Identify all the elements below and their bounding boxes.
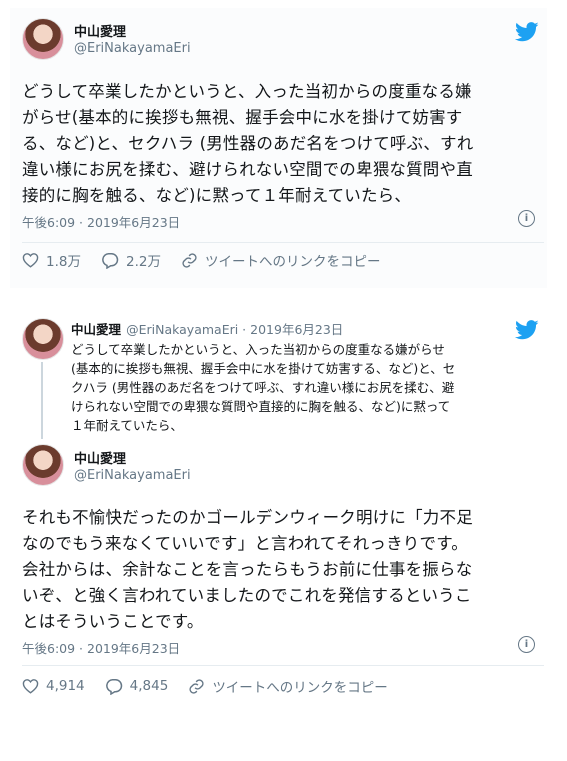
like-count: 4,914	[46, 678, 85, 694]
author-handle[interactable]: @EriNakayamaEri	[74, 41, 191, 56]
reply-button[interactable]: 2.2万	[101, 250, 161, 270]
parent-author-handle[interactable]: @EriNakayamaEri · 2019年6月23日	[126, 322, 343, 337]
heart-icon	[22, 253, 39, 268]
tweet-text: それも不愉快だったのかゴールデンウィーク明けに「力不足 なのでもう来なくていいで…	[22, 508, 473, 631]
tweet-card-2[interactable]: 中山愛理 @EriNakayamaEri · 2019年6月23日 どうして卒業…	[10, 308, 547, 706]
reply-icon	[105, 678, 122, 695]
action-bar: 4,914 4,845 ツイートへのリンクをコピー	[22, 676, 408, 696]
reply-button[interactable]: 4,845	[105, 678, 169, 695]
action-bar: 1.8万 2.2万 ツイートへのリンクをコピー	[22, 250, 400, 270]
avatar[interactable]	[22, 318, 64, 360]
like-button[interactable]: 4,914	[22, 678, 85, 694]
tweet-card-1[interactable]: 中山愛理 @EriNakayamaEri どうして卒業したかというと、入った当初…	[10, 8, 547, 288]
copy-link-button[interactable]: ツイートへのリンクをコピー	[181, 250, 381, 270]
author-name[interactable]: 中山愛理	[74, 21, 126, 40]
copy-link-button[interactable]: ツイートへのリンクをコピー	[188, 676, 388, 696]
divider	[22, 665, 544, 666]
twitter-bird-icon[interactable]	[515, 320, 539, 340]
twitter-bird-icon[interactable]	[515, 22, 539, 42]
tweet-text: どうして卒業したかというと、入った当初からの度重なる嫌 がらせ(基本的に挨拶も無…	[22, 82, 474, 205]
reply-count: 2.2万	[125, 254, 161, 270]
timestamp[interactable]: 午後6:09 · 2019年6月23日	[22, 212, 180, 231]
author-handle[interactable]: @EriNakayamaEri	[74, 468, 191, 483]
parent-tweet-text: どうして卒業したかというと、入った当初からの度重なる嫌がらせ (基本的に挨拶も無…	[71, 342, 456, 433]
info-icon[interactable]: i	[518, 210, 535, 227]
like-button[interactable]: 1.8万	[22, 250, 81, 270]
parent-author-name[interactable]: 中山愛理	[71, 322, 121, 337]
link-icon	[182, 252, 197, 268]
timestamp[interactable]: 午後6:09 · 2019年6月23日	[22, 638, 180, 657]
thread-line	[41, 362, 43, 439]
link-icon	[189, 678, 204, 694]
author-name[interactable]: 中山愛理	[74, 448, 126, 467]
parent-tweet-header: 中山愛理 @EriNakayamaEri · 2019年6月23日	[71, 319, 343, 338]
reply-count: 4,845	[129, 678, 169, 694]
like-count: 1.8万	[46, 254, 81, 270]
info-icon[interactable]: i	[518, 636, 535, 653]
copy-link-label: ツイートへのリンクをコピー	[204, 254, 381, 270]
avatar[interactable]	[22, 18, 64, 60]
heart-icon	[22, 679, 39, 694]
reply-icon	[102, 252, 119, 269]
copy-link-label: ツイートへのリンクをコピー	[212, 680, 388, 696]
divider	[22, 242, 544, 243]
avatar[interactable]	[22, 444, 64, 486]
